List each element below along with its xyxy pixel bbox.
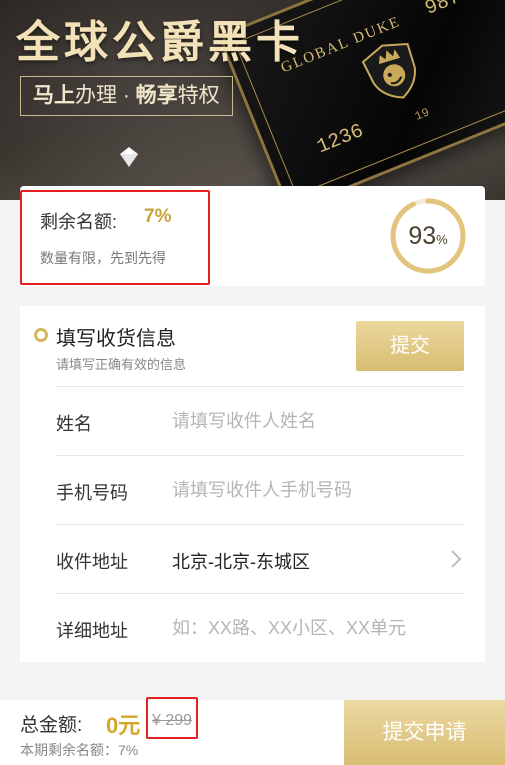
progress-ring-label: 93% [388, 196, 468, 276]
chevron-right-icon[interactable] [448, 547, 464, 571]
quota-note: 数量有限，先到先得 [40, 250, 166, 266]
subtitle-part3: 畅享 [135, 84, 178, 107]
diamond-icon [120, 147, 138, 167]
hero-subtitle: 马上办理 · 畅享特权 [20, 76, 233, 116]
form-row-detail: 详细地址 [56, 593, 464, 662]
quota-card: 剩余名额: 7% 数量有限，先到先得 93% [20, 186, 485, 286]
detail-address-input[interactable] [172, 612, 452, 644]
shipping-form: 填写收货信息 请填写正确有效的信息 提交 姓名 手机号码 收件地址 北京-北京-… [20, 306, 485, 662]
total-label: 总金额: [20, 715, 83, 736]
detail-label: 详细地址 [56, 621, 128, 641]
quota-label: 剩余名额: [40, 212, 118, 232]
section-dot-icon [34, 328, 48, 342]
apply-button[interactable]: 提交申请 [344, 700, 505, 765]
form-row-phone: 手机号码 [56, 455, 464, 524]
address-value[interactable]: 北京-北京-东城区 [172, 548, 310, 574]
ring-unit: % [436, 232, 448, 247]
ring-value: 93 [408, 222, 437, 250]
name-input[interactable] [172, 405, 452, 437]
phone-input[interactable] [172, 474, 452, 506]
form-title: 填写收货信息 [56, 328, 176, 350]
hero-banner: GLOBAL DUKE 9876 1236 19 全球公爵黑卡 马上办理 · 畅… [0, 0, 505, 200]
bottom-bar: 总金额: 0元 ¥ 299 本期剩余名额：7% 提交申请 [0, 700, 505, 765]
phone-label: 手机号码 [56, 483, 128, 503]
submit-button[interactable]: 提交 [356, 321, 464, 371]
subtitle-part4: 特权 [177, 84, 220, 107]
form-row-address[interactable]: 收件地址 北京-北京-东城区 [56, 524, 464, 593]
original-price: ¥ 299 [152, 712, 193, 729]
remaining-quota: 本期剩余名额：7% [20, 742, 139, 758]
hero-title: 全球公爵黑卡 [16, 18, 304, 67]
total-value: 0元 [106, 713, 141, 738]
subtitle-part1: 马上 [33, 84, 75, 107]
address-label: 收件地址 [56, 552, 128, 572]
name-label: 姓名 [56, 414, 92, 434]
quota-percent: 7% [144, 206, 172, 227]
form-row-name: 姓名 [56, 386, 464, 455]
form-subtitle: 请填写正确有效的信息 [56, 357, 187, 372]
subtitle-part2: 办理 · [75, 84, 136, 107]
